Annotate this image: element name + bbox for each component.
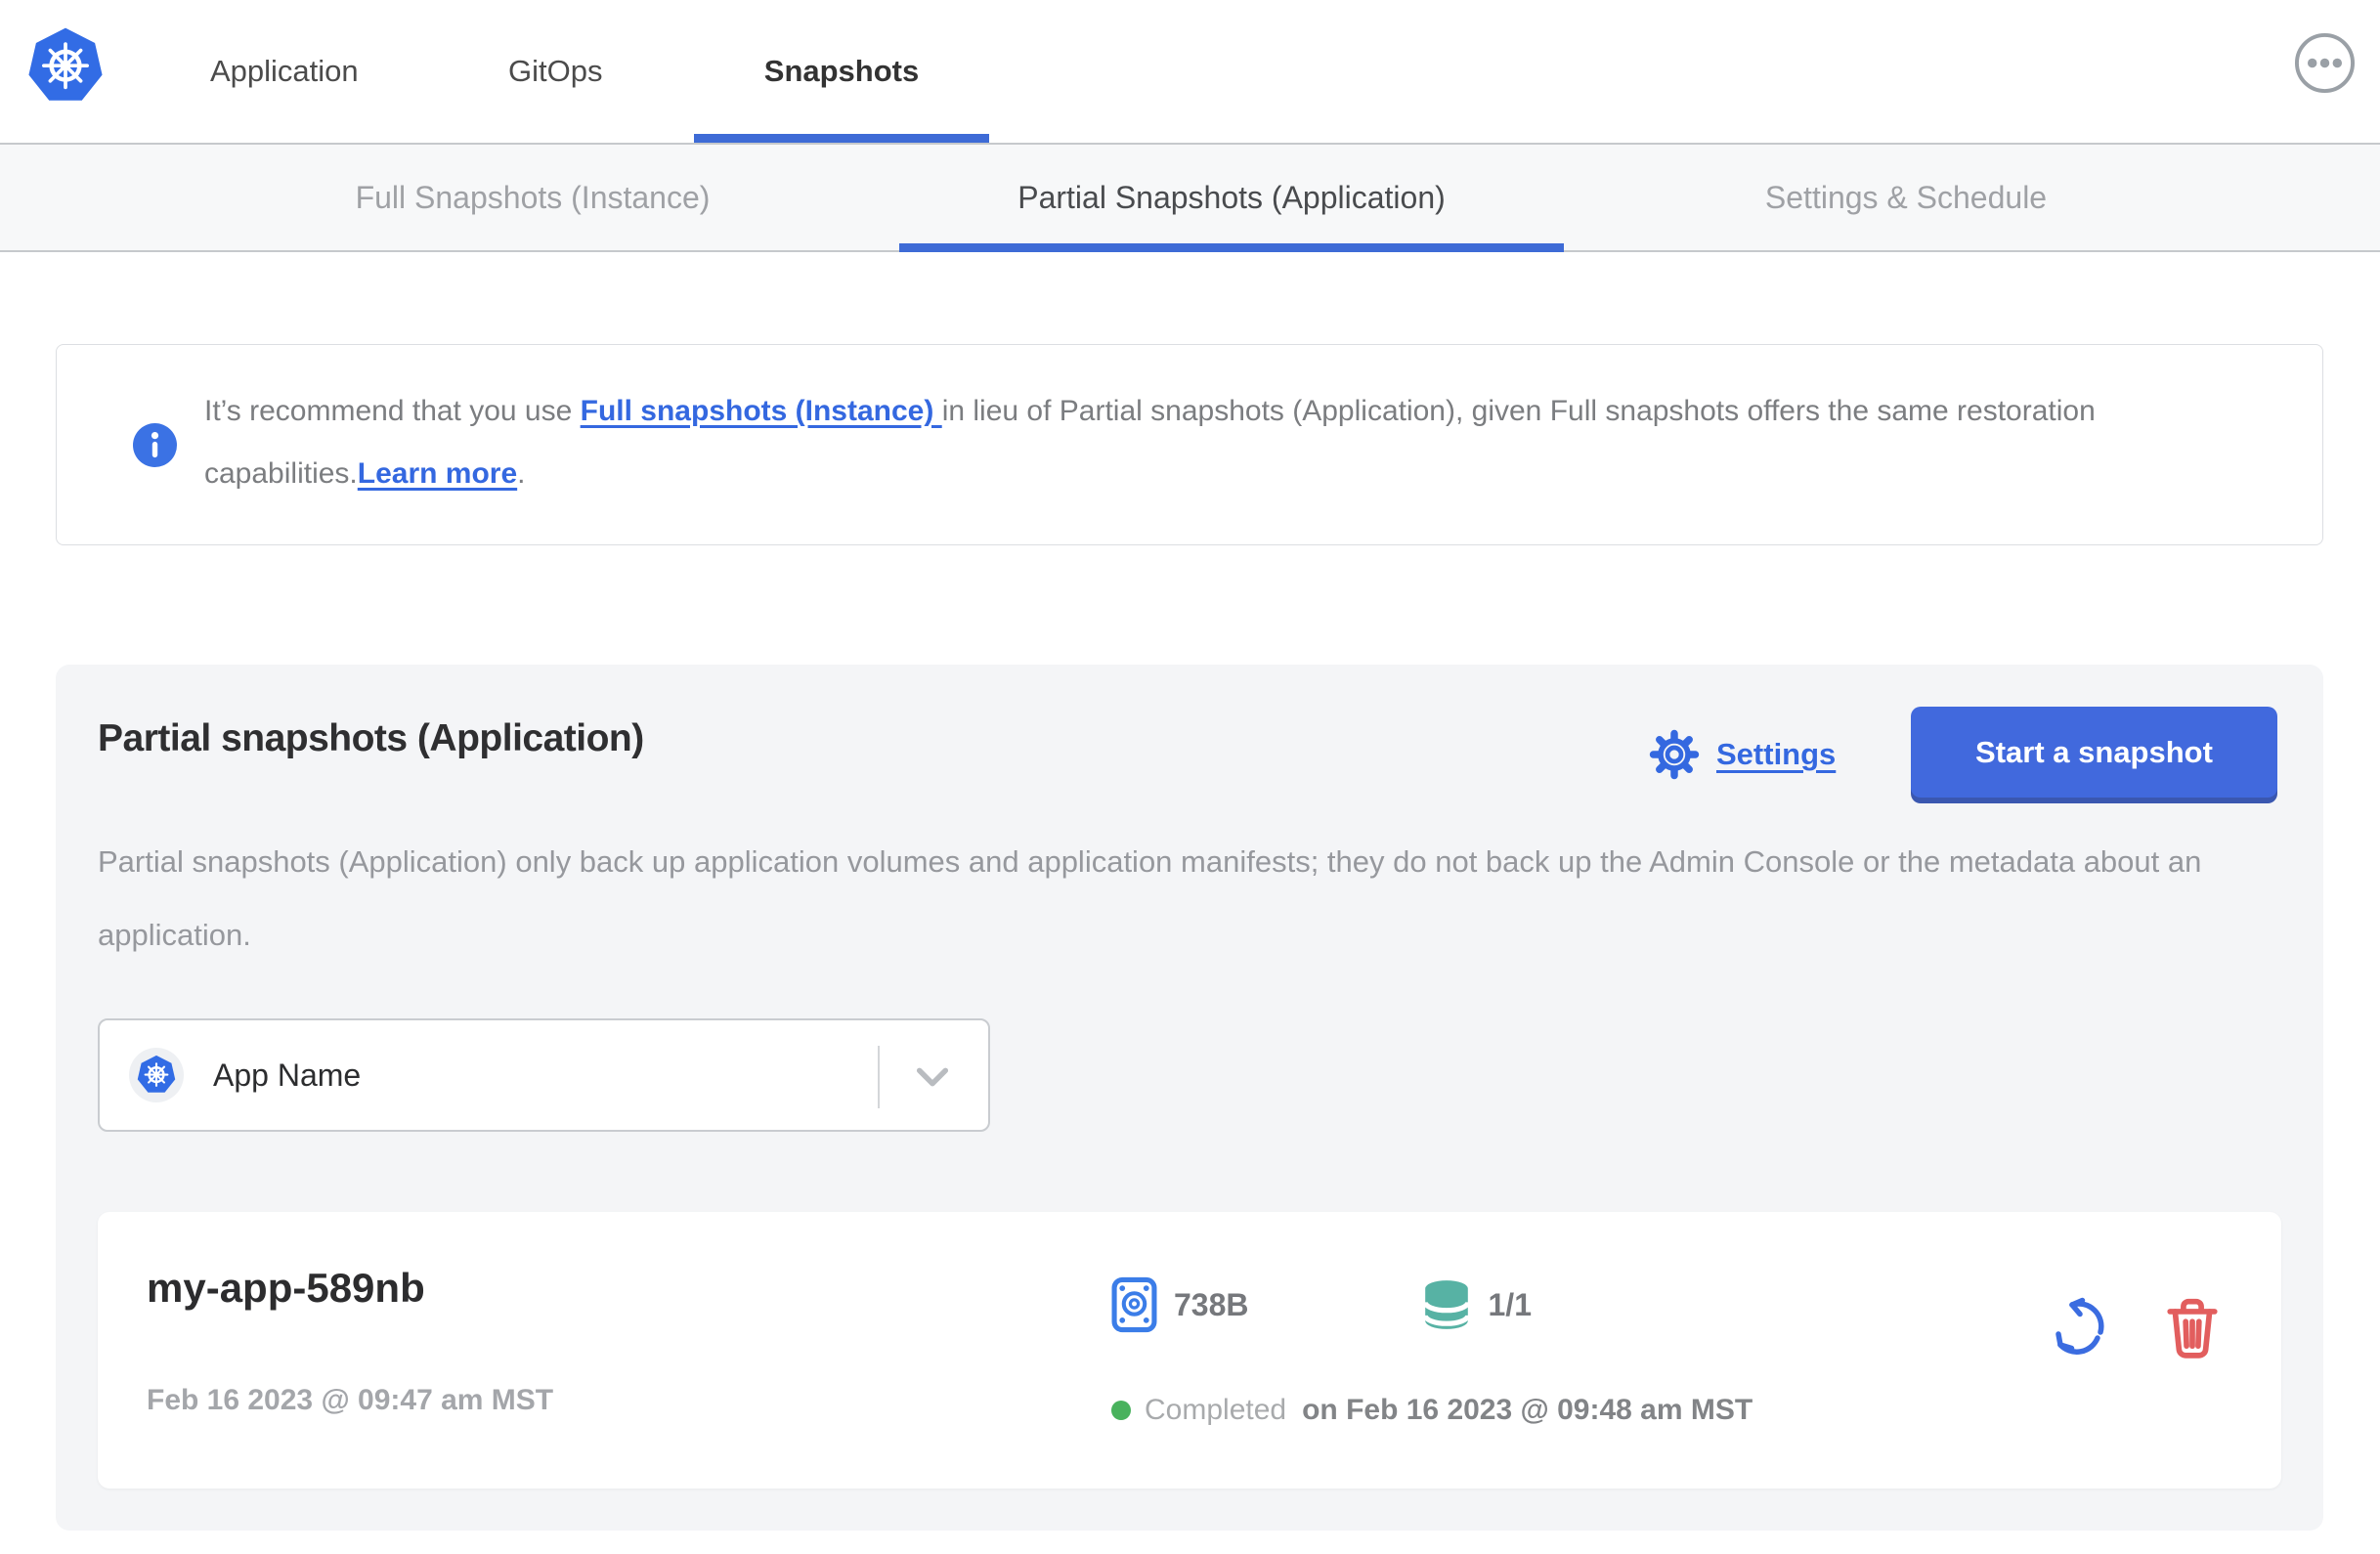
snapshot-size: 738B (1174, 1286, 1249, 1322)
card-description: Partial snapshots (Application) only bac… (98, 844, 2202, 952)
restore-icon[interactable] (2047, 1296, 2109, 1360)
settings-link[interactable]: Settings (1647, 727, 1836, 782)
snapshot-volumes: 1/1 (1488, 1286, 1532, 1322)
partial-snapshots-card: Partial snapshots (Application) Settings… (56, 665, 2323, 1531)
tab-full-snapshots-instance[interactable]: Full Snapshots (Instance) (283, 145, 782, 250)
tab-settings-schedule[interactable]: Settings & Schedule (1701, 145, 2111, 250)
snapshot-stats: 738B 1/1 (1111, 1276, 1532, 1333)
kubernetes-logo-icon (25, 22, 106, 111)
settings-link-label: Settings (1716, 737, 1837, 771)
snapshot-created-date: Feb 16 2023 @ 09:47 am MST (147, 1384, 554, 1416)
status-label: Completed (1145, 1394, 1287, 1426)
top-navigation: Application GitOps Snapshots (0, 0, 2380, 143)
page-title: Partial snapshots (Application) (98, 717, 644, 759)
learn-more-link[interactable]: Learn more (358, 457, 517, 490)
trash-icon[interactable] (2161, 1296, 2224, 1360)
disk-icon (1111, 1276, 1157, 1333)
full-snapshots-link[interactable]: Full snapshots (Instance) (581, 395, 942, 427)
snapshot-actions (2047, 1296, 2224, 1360)
status-detail: on Feb 16 2023 @ 09:48 am MST (1302, 1394, 1753, 1426)
chevron-down-icon (908, 1054, 957, 1101)
nav-tab-gitops[interactable]: GitOps (508, 0, 602, 143)
snapshot-status: Completed on Feb 16 2023 @ 09:48 am MST (1111, 1394, 1753, 1427)
app-root: Application GitOps Snapshots Full Snapsh… (0, 0, 2380, 1554)
banner-text: It’s recommend that you use Full snapsho… (204, 380, 2306, 505)
snapshot-name: my-app-589nb (147, 1265, 425, 1311)
snapshots-subnav: Full Snapshots (Instance) Partial Snapsh… (0, 143, 2380, 252)
ellipsis-menu-icon[interactable] (2294, 32, 2356, 94)
snapshot-row: my-app-589nb Feb 16 2023 @ 09:47 am MST … (98, 1212, 2281, 1489)
select-divider (878, 1046, 880, 1108)
banner-text-before: It’s recommend that you use (204, 395, 581, 427)
database-icon (1421, 1278, 1472, 1331)
info-icon (133, 423, 177, 467)
status-dot-icon (1111, 1401, 1131, 1420)
info-banner: It’s recommend that you use Full snapsho… (56, 344, 2323, 545)
app-name-select[interactable]: App Name (98, 1018, 990, 1132)
app-kubernetes-icon (129, 1048, 184, 1102)
app-name-select-value: App Name (213, 1057, 362, 1093)
gear-icon (1647, 727, 1702, 782)
banner-text-after: . (517, 457, 526, 490)
nav-tab-snapshots[interactable]: Snapshots (694, 0, 989, 143)
start-snapshot-button[interactable]: Start a snapshot (1911, 707, 2277, 798)
nav-tab-application[interactable]: Application (210, 0, 359, 143)
tab-partial-snapshots-application[interactable]: Partial Snapshots (Application) (899, 145, 1564, 252)
